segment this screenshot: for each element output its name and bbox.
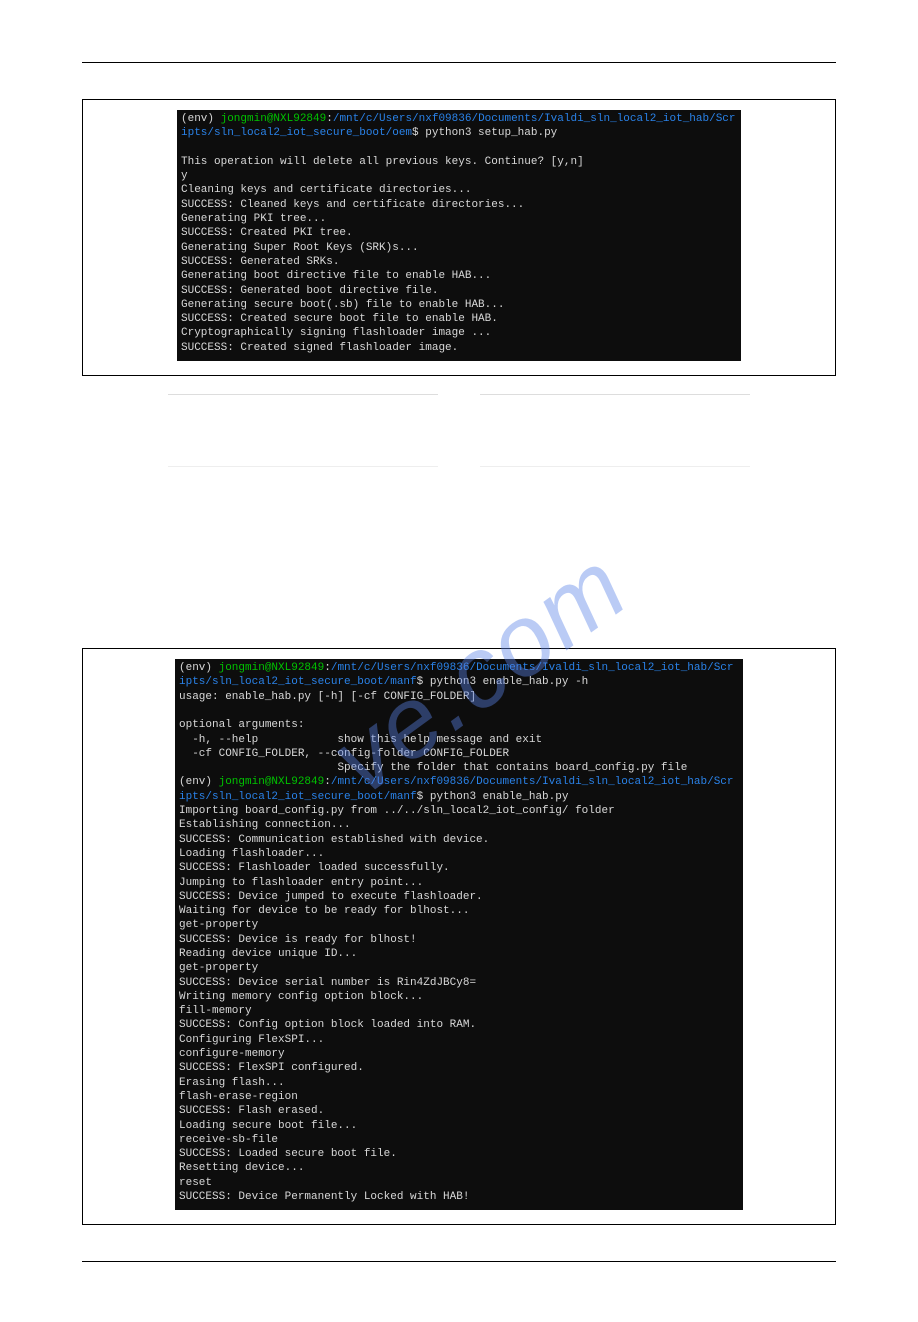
bottom-rule [82,1261,836,1262]
command: python3 enable_hab.py [430,791,569,803]
usage-line: usage: enable_hab.py [-h] [-cf CONFIG_FO… [179,691,476,703]
userhost: jongmin@NXL92849 [219,776,325,788]
figure-enable-hab: (env) jongmin@NXL92849:/mnt/c/Users/nxf0… [82,648,836,1225]
userhost: jongmin@NXL92849 [219,662,325,674]
terminal-setup-hab: (env) jongmin@NXL92849:/mnt/c/Users/nxf0… [177,110,741,361]
dollar: $ [412,127,425,139]
dollar: $ [417,676,430,688]
userhost: jongmin@NXL92849 [221,113,327,125]
command: python3 enable_hab.py -h [430,676,588,688]
figure-setup-hab: (env) jongmin@NXL92849:/mnt/c/Users/nxf0… [82,99,836,376]
terminal-output: Importing board_config.py from ../../sln… [179,805,615,1203]
env-prefix: (env) [179,662,219,674]
faint-separator [168,394,750,396]
terminal-output: This operation will delete all previous … [181,156,584,354]
env-prefix: (env) [179,776,219,788]
terminal-enable-hab: (env) jongmin@NXL92849:/mnt/c/Users/nxf0… [175,659,743,1210]
top-rule [82,62,836,63]
env-prefix: (env) [181,113,221,125]
command: python3 setup_hab.py [425,127,557,139]
optargs-header: optional arguments: [179,719,304,731]
colon: : [324,776,331,788]
dollar: $ [417,791,430,803]
colon: : [324,662,331,674]
colon: : [326,113,333,125]
optargs-lines: -h, --help show this help message and ex… [179,734,687,775]
